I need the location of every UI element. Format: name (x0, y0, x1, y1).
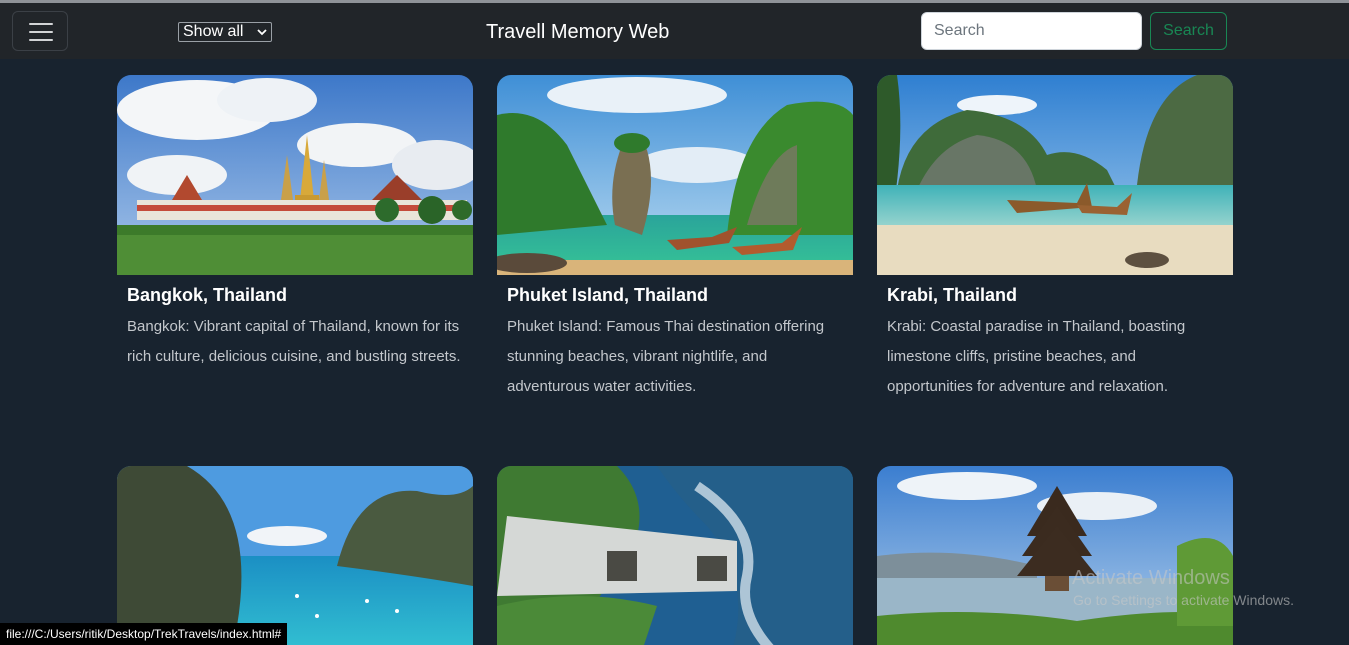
destination-card[interactable] (117, 466, 473, 645)
activate-windows-title: Activate Windows (1072, 567, 1230, 589)
bali-temple-image (877, 466, 1233, 645)
card-text: Bangkok: Vibrant capital of Thailand, kn… (127, 318, 461, 365)
filter-selected-value: Show all (183, 23, 244, 40)
activate-windows-subtitle: Go to Settings to activate Windows. (1073, 592, 1294, 608)
bangkok-temple-image (117, 75, 473, 275)
card-text: Krabi: Coastal paradise in Thailand, boa… (887, 318, 1186, 395)
bay-cliffs-image (117, 466, 473, 645)
card-title: Bangkok, Thailand (127, 285, 288, 305)
filter-select[interactable]: Show all (178, 22, 272, 42)
destination-card[interactable]: Krabi, Thailand Krabi: Coastal paradise … (877, 75, 1233, 402)
chevron-down-icon (257, 29, 267, 36)
card-body: Krabi, Thailand Krabi: Coastal paradise … (877, 275, 1233, 402)
menu-toggle-button[interactable] (12, 11, 68, 51)
status-bar-url: file:///C:/Users/ritik/Desktop/TrekTrave… (0, 623, 288, 645)
destination-card[interactable] (877, 466, 1233, 645)
phuket-island-image (497, 75, 853, 275)
card-title: Phuket Island, Thailand (507, 285, 709, 305)
card-body: Phuket Island, Thailand Phuket Island: F… (497, 275, 853, 402)
destination-card[interactable] (497, 466, 853, 645)
navbar: Show all Travell Memory Web Search (0, 3, 1349, 59)
destination-card[interactable]: Bangkok, Thailand Bangkok: Vibrant capit… (117, 75, 473, 372)
aerial-coast-image (497, 466, 853, 645)
destination-card[interactable]: Phuket Island, Thailand Phuket Island: F… (497, 75, 853, 402)
card-title: Krabi, Thailand (887, 285, 1018, 305)
card-text: Phuket Island: Famous Thai destination o… (507, 318, 825, 395)
card-body: Bangkok, Thailand Bangkok: Vibrant capit… (117, 275, 473, 372)
krabi-beach-image (877, 75, 1233, 275)
brand-title[interactable]: Travell Memory Web (486, 20, 669, 44)
search-button[interactable]: Search (1150, 12, 1227, 50)
search-input[interactable] (921, 12, 1142, 50)
